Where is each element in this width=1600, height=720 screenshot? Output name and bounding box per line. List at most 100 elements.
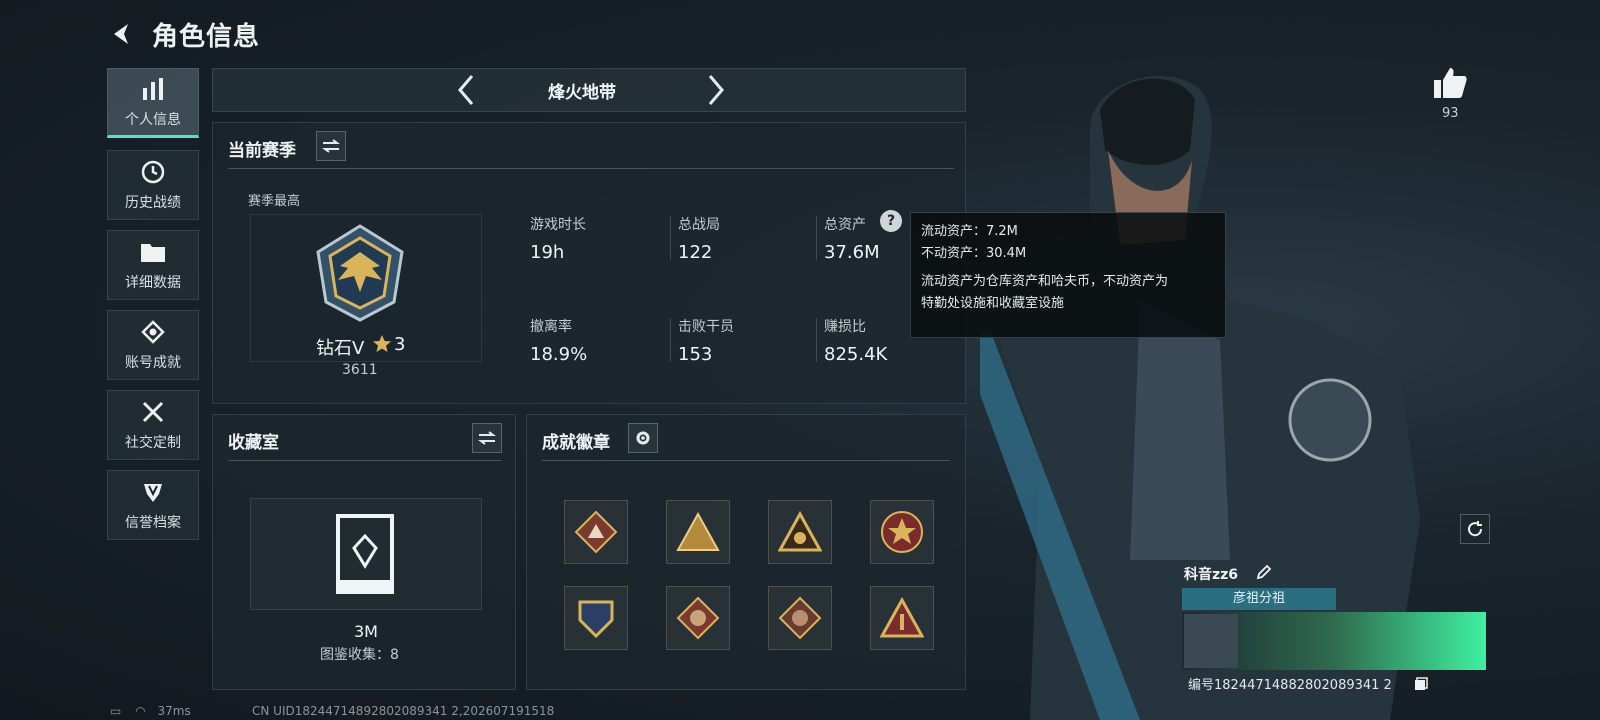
stat-separator: [670, 216, 671, 260]
swap-icon: [478, 431, 496, 445]
badge-slot[interactable]: [768, 586, 832, 650]
avatar: [1184, 614, 1238, 668]
shield-badge-icon: [139, 478, 167, 506]
next-mode-button[interactable]: [700, 72, 730, 108]
badge-slot[interactable]: [564, 586, 628, 650]
collection-divider: [228, 460, 502, 461]
badge-diamond-icon: [778, 596, 822, 640]
badges-title: 成就徽章: [542, 433, 610, 453]
stat-value-profit-ratio: 825.4K: [824, 344, 888, 365]
sidebar-item-history[interactable]: 历史战绩: [107, 150, 199, 220]
stat-value-assets: 37.6M: [824, 242, 880, 263]
chevron-left-icon: [458, 75, 474, 105]
season-title: 当前赛季: [228, 141, 296, 161]
stat-separator: [816, 318, 817, 362]
badge-slot[interactable]: [666, 586, 730, 650]
sidebar-item-social[interactable]: 社交定制: [107, 390, 199, 460]
copy-id-button[interactable]: [1414, 676, 1428, 690]
stat-value-kills: 153: [678, 344, 713, 365]
badges-settings-button[interactable]: [628, 423, 658, 453]
prev-mode-button[interactable]: [452, 72, 482, 108]
season-switch-button[interactable]: [316, 131, 346, 161]
pencil-icon: [1256, 564, 1272, 580]
bar-chart-icon: [139, 75, 167, 103]
tools-icon: [139, 398, 167, 426]
player-card-banner: [1182, 612, 1486, 670]
sidebar-item-achievements[interactable]: 账号成就: [107, 310, 199, 380]
tooltip-description-1: 流动资产为仓库资产和哈夫币，不动资产为: [921, 274, 1169, 289]
page-title: 角色信息: [152, 22, 261, 52]
badge-slot[interactable]: [870, 586, 934, 650]
like-button[interactable]: [1432, 66, 1468, 100]
help-icon[interactable]: ?: [880, 210, 902, 232]
collection-value: 3M: [354, 622, 378, 641]
stat-label-matches: 总战局: [678, 217, 720, 233]
like-count: 93: [1442, 106, 1459, 121]
tooltip-liquid-assets: 流动资产：7.2M: [921, 224, 1018, 239]
badge-triangle-icon: [880, 596, 924, 638]
stat-value-matches: 122: [678, 242, 713, 263]
back-button[interactable]: [106, 18, 138, 50]
badge-slot[interactable]: [870, 500, 934, 564]
status-bar: ▭ ◠ 37ms: [110, 704, 191, 718]
sidebar-item-label: 个人信息: [125, 112, 181, 128]
back-arrow-icon: [114, 24, 128, 44]
stat-separator: [816, 216, 817, 260]
assets-tooltip: 流动资产：7.2M 不动资产：30.4M 流动资产为仓库资产和哈夫币，不动资产为…: [910, 212, 1226, 338]
sidebar-item-label: 信誉档案: [125, 515, 181, 531]
uid-text: CN UID18244714892802089341 2,20260719151…: [252, 704, 555, 718]
achievement-icon: [139, 318, 167, 346]
sidebar-item-label: 账号成就: [125, 355, 181, 371]
player-name: 科音zz6: [1184, 567, 1239, 583]
sidebar-item-label: 详细数据: [125, 275, 181, 291]
ping-value: 37ms: [157, 704, 191, 718]
sidebar-item-reputation[interactable]: 信誉档案: [107, 470, 199, 540]
refresh-button[interactable]: [1460, 514, 1490, 544]
rank-stars: 3: [394, 334, 406, 355]
badge-shield-icon: [578, 600, 614, 639]
sidebar-item-personal-info[interactable]: 个人信息: [107, 68, 199, 138]
player-id: 编号18244714882802089341 2: [1188, 678, 1392, 693]
stat-label-playtime: 游戏时长: [530, 217, 586, 233]
folder-icon: [139, 238, 167, 266]
collection-switch-button[interactable]: [472, 423, 502, 453]
collection-count: 图鉴收集：8: [320, 647, 399, 663]
thumbs-up-icon: [1434, 68, 1467, 98]
stat-label-extract-rate: 撤离率: [530, 319, 572, 335]
sidebar-item-label: 历史战绩: [125, 195, 181, 211]
mode-label: 烽火地带: [548, 83, 616, 103]
refresh-icon: [1468, 521, 1483, 537]
season-divider: [228, 168, 954, 169]
tooltip-fixed-assets: 不动资产：30.4M: [921, 246, 1027, 261]
sidebar-item-label: 社交定制: [125, 435, 181, 451]
collection-title: 收藏室: [228, 433, 279, 453]
rank-emblem-icon: [310, 222, 410, 322]
stat-separator: [670, 318, 671, 362]
rank-name: 钻石V: [316, 338, 365, 359]
stat-value-playtime: 19h: [530, 242, 565, 263]
badge-round-star-icon: [881, 511, 923, 553]
badges-divider: [542, 460, 950, 461]
stat-label-assets: 总资产: [824, 217, 866, 233]
edit-name-button[interactable]: [1256, 564, 1272, 580]
season-best-label: 赛季最高: [248, 194, 301, 209]
battery-icon: ▭: [110, 704, 122, 718]
clock-icon: [139, 158, 167, 186]
gear-icon: [636, 431, 650, 445]
badge-triangle-icon: [778, 510, 822, 552]
badge-slot[interactable]: [564, 500, 628, 564]
display-case-icon: [334, 514, 396, 594]
badge-triangle-icon: [676, 511, 720, 551]
copy-icon: [1415, 677, 1428, 690]
star-icon: [372, 334, 392, 354]
sidebar-item-detail-data[interactable]: 详细数据: [107, 230, 199, 300]
rank-score: 3611: [342, 362, 378, 378]
group-tag: 彦祖分祖: [1182, 588, 1336, 610]
badge-slot[interactable]: [768, 500, 832, 564]
chevron-right-icon: [708, 75, 724, 105]
tooltip-description-2: 特勤处设施和收藏室设施: [921, 296, 1065, 311]
badge-slot[interactable]: [666, 500, 730, 564]
stat-label-kills: 击败干员: [678, 319, 734, 335]
badge-diamond-icon: [574, 510, 618, 554]
stat-label-profit-ratio: 赚损比: [824, 319, 866, 335]
